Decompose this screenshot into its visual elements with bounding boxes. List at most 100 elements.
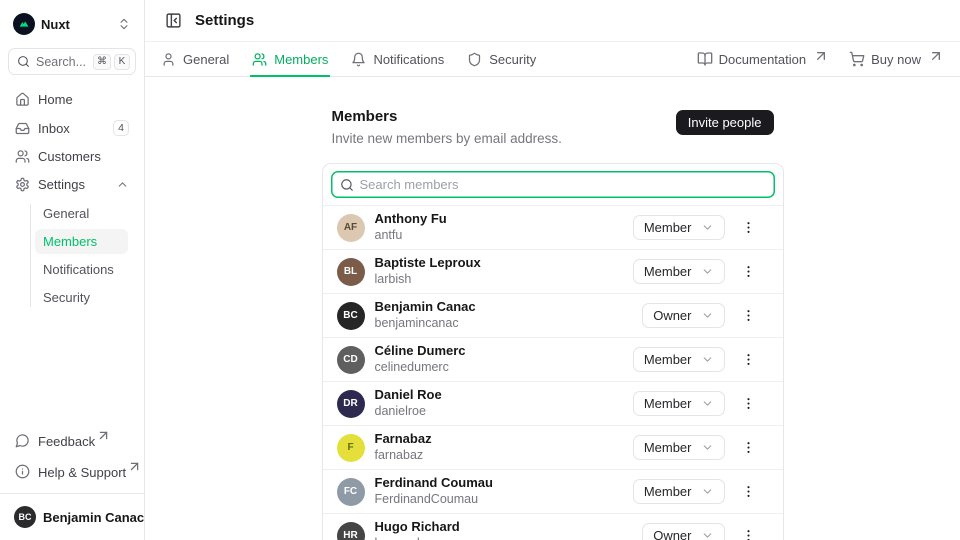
- member-row: BC Benjamin Canacbenjamincanac Owner: [323, 294, 783, 338]
- collapse-sidebar-button[interactable]: [160, 8, 186, 34]
- documentation-button[interactable]: Documentation: [697, 51, 829, 67]
- users-icon: [15, 149, 30, 164]
- avatar: CD: [337, 346, 365, 374]
- chevron-down-icon: [701, 529, 714, 540]
- role-select[interactable]: Member: [633, 259, 725, 284]
- tab-label: General: [183, 52, 229, 67]
- row-menu-button[interactable]: [738, 347, 760, 373]
- avatar: BC: [14, 506, 36, 528]
- role-select[interactable]: Member: [633, 347, 725, 372]
- user-menu[interactable]: BC Benjamin Canac: [8, 502, 136, 532]
- tabs-bar: General Members Notifications Security Docu…: [145, 42, 960, 77]
- sidebar: Nuxt Search... ⌘K Home Inbox4 Customers Set…: [0, 0, 145, 540]
- sidebar-item-home[interactable]: Home: [8, 87, 136, 112]
- section-subtitle: Invite new members by email address.: [332, 131, 562, 146]
- search-placeholder: Search...: [36, 55, 87, 69]
- member-row: FFarnabazfarnabazMember: [323, 426, 783, 470]
- role-select[interactable]: Member: [633, 479, 725, 504]
- user-icon: [161, 52, 176, 67]
- row-menu-button[interactable]: [738, 523, 760, 540]
- tab-label: Members: [274, 52, 328, 67]
- row-menu-button[interactable]: [738, 391, 760, 417]
- book-open-icon: [697, 51, 713, 67]
- sidebar-item-inbox[interactable]: Inbox4: [8, 115, 136, 141]
- sidebar-nav: Home Inbox4 Customers Settings General Member…: [8, 87, 136, 310]
- members-card: AFAnthony FuantfuMemberBLBaptiste Leprou…: [322, 163, 784, 540]
- role-value: Owner: [653, 308, 691, 323]
- sidebar-item-members[interactable]: Members: [35, 229, 128, 254]
- avatar: HR: [337, 522, 365, 540]
- role-value: Member: [644, 264, 692, 279]
- avatar: AF: [337, 214, 365, 242]
- member-username: larbish: [375, 272, 481, 287]
- section-header: Members Invite new members by email addr…: [322, 108, 784, 146]
- sidebar-item-general[interactable]: General: [35, 201, 128, 226]
- role-select[interactable]: Owner: [642, 303, 724, 328]
- tab-general[interactable]: General: [161, 42, 229, 76]
- buy-now-button[interactable]: Buy now: [849, 51, 944, 67]
- sidebar-footer: Feedback Help & Support BC Benjamin Canac: [0, 426, 144, 532]
- avatar: FC: [337, 478, 365, 506]
- sidebar-link-label: Help & Support: [38, 462, 142, 480]
- member-username: danielroe: [375, 404, 442, 419]
- row-menu-button[interactable]: [738, 479, 760, 505]
- kbd-key: ⌘: [93, 54, 111, 70]
- content-area: Members Invite new members by email addr…: [145, 77, 960, 540]
- arrow-up-right-icon: [928, 48, 944, 64]
- arrow-up-right-icon: [96, 428, 111, 443]
- tab-notifications[interactable]: Notifications: [351, 42, 444, 76]
- sidebar-item-customers[interactable]: Customers: [8, 144, 136, 169]
- role-value: Member: [644, 352, 692, 367]
- avatar: BL: [337, 258, 365, 286]
- role-select[interactable]: Member: [633, 435, 725, 460]
- sidebar-link-help-support[interactable]: Help & Support: [8, 457, 136, 485]
- sidebar-item-notifications[interactable]: Notifications: [35, 257, 128, 282]
- role-select[interactable]: Member: [633, 215, 725, 240]
- tab-members[interactable]: Members: [252, 42, 328, 76]
- chevrons-up-down-icon: [117, 17, 131, 31]
- row-menu-button[interactable]: [738, 259, 760, 285]
- section-title: Members: [332, 108, 562, 125]
- member-username: hugorcd: [375, 536, 460, 540]
- members-list: AFAnthony FuantfuMemberBLBaptiste Leprou…: [323, 206, 783, 540]
- search-members-input[interactable]: [331, 171, 775, 198]
- avatar: BC: [337, 302, 365, 330]
- workspace-switcher[interactable]: Nuxt: [8, 10, 136, 38]
- chevron-down-icon: [701, 441, 714, 454]
- sidebar-link-label: Feedback: [38, 431, 129, 449]
- divider: [0, 493, 144, 494]
- sidebar-item-security[interactable]: Security: [35, 285, 128, 310]
- ellipsis-vertical-icon: [741, 352, 756, 367]
- role-select[interactable]: Owner: [642, 523, 724, 540]
- arrow-up-right-icon: [127, 459, 142, 474]
- avatar: DR: [337, 390, 365, 418]
- row-menu-button[interactable]: [738, 435, 760, 461]
- members-search-section: [323, 164, 783, 206]
- ellipsis-vertical-icon: [741, 220, 756, 235]
- action-label: Documentation: [719, 52, 806, 67]
- role-value: Member: [644, 220, 692, 235]
- member-name: Ferdinand Coumau: [375, 476, 493, 491]
- row-menu-button[interactable]: [738, 215, 760, 241]
- users-icon: [252, 52, 267, 67]
- ellipsis-vertical-icon: [741, 264, 756, 279]
- member-name: Baptiste Leproux: [375, 256, 481, 271]
- member-name: Hugo Richard: [375, 520, 460, 535]
- member-name: Farnabaz: [375, 432, 432, 447]
- topbar: Settings: [145, 0, 960, 42]
- tab-security[interactable]: Security: [467, 42, 536, 76]
- ellipsis-vertical-icon: [741, 396, 756, 411]
- shield-icon: [467, 52, 482, 67]
- member-name: Benjamin Canac: [375, 300, 476, 315]
- role-select[interactable]: Member: [633, 391, 725, 416]
- sidebar-item-settings[interactable]: Settings: [8, 172, 136, 197]
- row-menu-button[interactable]: [738, 303, 760, 329]
- sidebar-search-button[interactable]: Search... ⌘K: [8, 48, 136, 75]
- member-username: benjamincanac: [375, 316, 476, 331]
- member-row: BL Baptiste Leprouxlarbish Member: [323, 250, 783, 294]
- member-name: Anthony Fu: [375, 212, 447, 227]
- sidebar-link-feedback[interactable]: Feedback: [8, 426, 136, 454]
- invite-people-button[interactable]: Invite people: [676, 110, 774, 135]
- member-name: Céline Dumerc: [375, 344, 466, 359]
- role-value: Member: [644, 396, 692, 411]
